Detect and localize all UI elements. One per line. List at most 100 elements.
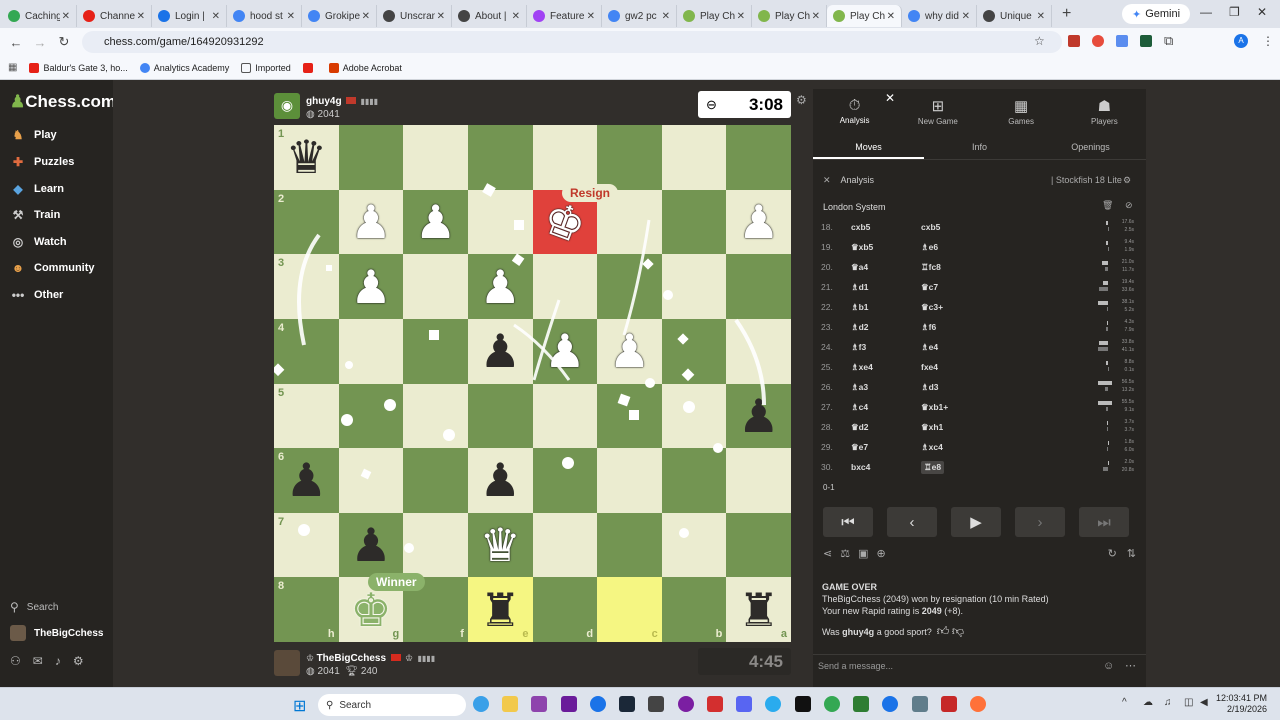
tab-close-icon[interactable]: ✕ (812, 11, 820, 22)
board-square[interactable] (597, 512, 662, 578)
board-square[interactable]: 3 (274, 254, 339, 319)
extension-icon[interactable] (1092, 35, 1104, 47)
tab-close-icon[interactable]: ✕ (287, 11, 295, 22)
top-player-name[interactable]: ghuy4g (306, 96, 342, 107)
board-square[interactable]: 4 (274, 318, 339, 384)
bookmark-folder[interactable]: Imported (241, 62, 291, 73)
chevron-up-icon[interactable]: ^ (1122, 697, 1127, 708)
white-move[interactable]: ♛a4 (851, 262, 921, 273)
board-square[interactable] (661, 125, 727, 190)
board-square[interactable] (532, 383, 598, 449)
thumbs-up-icon[interactable]: 👍︎ (937, 624, 950, 638)
board-square[interactable]: ♟ (338, 189, 404, 255)
white-pawn-icon[interactable]: ♟ (738, 199, 779, 245)
black-queen-icon[interactable]: ♛ (286, 134, 327, 180)
board-square[interactable] (532, 448, 598, 513)
gear-icon[interactable]: ⚙ (73, 654, 84, 668)
black-rook-icon[interactable]: ♜ (480, 587, 521, 633)
next-move-button[interactable]: › (1015, 507, 1065, 537)
subtab-openings[interactable]: Openings (1035, 136, 1146, 159)
black-move[interactable]: ♗f6 (921, 322, 991, 333)
app-icon[interactable] (531, 696, 547, 712)
board-square[interactable]: e ♜ (467, 577, 533, 642)
board-square[interactable] (467, 189, 533, 255)
gear-icon[interactable]: ⚙ (1123, 175, 1131, 186)
board-square[interactable] (403, 512, 468, 578)
star-icon[interactable]: ☆ (1034, 34, 1045, 48)
prev-move-button[interactable]: ‹ (887, 507, 937, 537)
volume-icon[interactable]: ◀ (1200, 697, 1208, 708)
board-square[interactable] (661, 189, 727, 255)
board-square[interactable]: 7 (274, 512, 339, 578)
black-move[interactable]: ♛xh1 (921, 422, 991, 433)
tab-close-icon[interactable]: ✕ (737, 11, 745, 22)
tab-close-icon[interactable]: ✕ (662, 11, 670, 22)
board-square[interactable] (403, 254, 468, 319)
menu-icon[interactable]: ⋮ (1262, 34, 1274, 48)
app-icon[interactable] (707, 696, 723, 712)
board-square[interactable]: ♟ (467, 254, 533, 319)
board-square[interactable]: 5 (274, 383, 339, 449)
app-icon[interactable] (561, 696, 577, 712)
apps-icon[interactable]: ▦ (8, 62, 17, 73)
board-square[interactable]: 1 ♛ (274, 125, 339, 190)
discord-icon[interactable] (736, 696, 752, 712)
browser-tab[interactable]: gw2 pc ✕ (602, 5, 677, 27)
white-pawn-icon[interactable]: ♟ (415, 199, 456, 245)
board-square[interactable]: ♟ (467, 448, 533, 513)
browser-tab[interactable]: Login | ✕ (152, 5, 227, 27)
white-move[interactable]: ♗a3 (851, 382, 921, 393)
black-pawn-icon[interactable]: ♟ (738, 393, 779, 439)
maximize-icon[interactable]: ❐ (1229, 5, 1240, 19)
black-pawn-icon[interactable]: ♟ (480, 457, 521, 503)
chrome-icon[interactable] (882, 696, 898, 712)
rematch-icon[interactable]: ↻ (1108, 547, 1117, 560)
white-move[interactable]: ♛e7 (851, 442, 921, 453)
close-window-icon[interactable]: ✕ (1257, 5, 1267, 19)
app-icon[interactable] (648, 696, 664, 712)
board-square[interactable] (597, 254, 662, 319)
white-queen-icon[interactable]: ♛ (480, 522, 521, 568)
tab-games[interactable]: ▦ Games (980, 89, 1063, 133)
bottom-player-name[interactable]: TheBigCchess (317, 653, 386, 664)
board-square[interactable] (661, 254, 727, 319)
bookmark-item[interactable] (302, 62, 317, 73)
board-square[interactable] (726, 125, 791, 190)
more-icon[interactable]: ⋯ (1125, 659, 1136, 672)
nav-item-watch[interactable]: ◎ Watch (10, 235, 67, 249)
board-square[interactable]: ♟ (467, 318, 533, 384)
flip-board-icon[interactable]: ⇅ (1127, 547, 1136, 560)
puzzle-icon[interactable]: ⧉ (1164, 33, 1173, 49)
board-square[interactable] (467, 125, 533, 190)
white-pawn-icon[interactable]: ♟ (350, 199, 391, 245)
tab-close-icon[interactable]: ✕ (212, 11, 220, 22)
board-square[interactable] (726, 448, 791, 513)
tab-close-icon[interactable]: ✕ (362, 11, 370, 22)
tab-close-icon[interactable]: ✕ (962, 11, 970, 22)
chat-input[interactable]: Send a message... ☺ ⋯ (813, 654, 1146, 676)
block-icon[interactable]: ⊘ (1125, 200, 1133, 211)
black-move[interactable]: ♛c7 (921, 282, 991, 293)
steam-icon[interactable] (619, 696, 635, 712)
taskbar-search[interactable]: ⚲ Search (318, 694, 466, 716)
thumbs-down-icon[interactable]: 👎︎ (952, 624, 964, 638)
url-field[interactable]: chess.com/game/164920931292 (82, 31, 1062, 53)
board-square[interactable]: ♛ (467, 512, 533, 578)
image-icon[interactable]: ▣ (858, 547, 868, 560)
nav-item-community[interactable]: ☻ Community (10, 261, 95, 275)
folder-icon[interactable] (502, 696, 518, 712)
board-square[interactable] (338, 125, 404, 190)
white-move[interactable]: ♗b1 (851, 302, 921, 313)
profile-icon[interactable]: A (1234, 34, 1248, 48)
white-move[interactable]: ♛d2 (851, 422, 921, 433)
black-move[interactable]: ♗e4 (921, 342, 991, 353)
black-move[interactable]: ♖fc8 (921, 262, 991, 273)
white-move[interactable]: bxc4 (851, 462, 921, 472)
black-rook-icon[interactable]: ♜ (738, 587, 779, 633)
avatar[interactable]: ◉ (274, 92, 300, 119)
bell-icon[interactable]: ♪ (55, 654, 61, 668)
board-square[interactable] (661, 448, 727, 513)
tab-close-icon[interactable]: ✕ (137, 11, 145, 22)
mail-icon[interactable]: ✉ (33, 654, 43, 668)
board-square[interactable]: 2 (274, 189, 339, 255)
